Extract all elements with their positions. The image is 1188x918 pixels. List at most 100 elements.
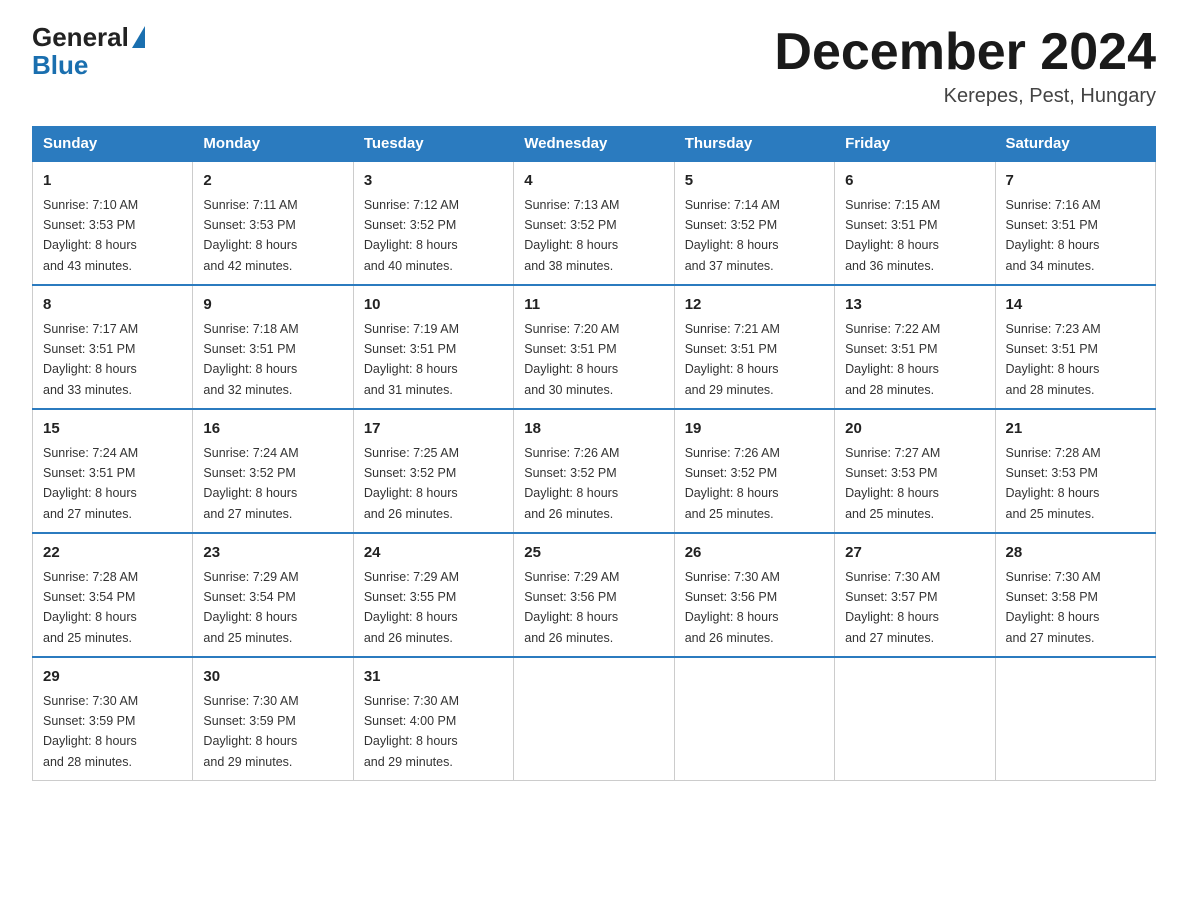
day-cell: 21 Sunrise: 7:28 AMSunset: 3:53 PMDaylig… [995,409,1155,533]
day-cell: 16 Sunrise: 7:24 AMSunset: 3:52 PMDaylig… [193,409,353,533]
day-info: Sunrise: 7:25 AMSunset: 3:52 PMDaylight:… [364,446,459,521]
day-cell: 15 Sunrise: 7:24 AMSunset: 3:51 PMDaylig… [33,409,193,533]
header-cell-tuesday: Tuesday [353,127,513,162]
day-info: Sunrise: 7:22 AMSunset: 3:51 PMDaylight:… [845,322,940,397]
day-info: Sunrise: 7:30 AMSunset: 4:00 PMDaylight:… [364,694,459,769]
day-cell: 17 Sunrise: 7:25 AMSunset: 3:52 PMDaylig… [353,409,513,533]
day-number: 29 [43,666,182,689]
week-row-2: 8 Sunrise: 7:17 AMSunset: 3:51 PMDayligh… [33,285,1156,409]
day-number: 7 [1006,170,1145,193]
day-number: 16 [203,418,342,441]
day-number: 31 [364,666,503,689]
day-cell: 14 Sunrise: 7:23 AMSunset: 3:51 PMDaylig… [995,285,1155,409]
day-number: 17 [364,418,503,441]
day-info: Sunrise: 7:30 AMSunset: 3:57 PMDaylight:… [845,570,940,645]
day-info: Sunrise: 7:28 AMSunset: 3:54 PMDaylight:… [43,570,138,645]
day-number: 8 [43,294,182,317]
day-cell: 29 Sunrise: 7:30 AMSunset: 3:59 PMDaylig… [33,657,193,781]
week-row-1: 1 Sunrise: 7:10 AMSunset: 3:53 PMDayligh… [33,161,1156,285]
day-info: Sunrise: 7:18 AMSunset: 3:51 PMDaylight:… [203,322,298,397]
day-info: Sunrise: 7:21 AMSunset: 3:51 PMDaylight:… [685,322,780,397]
header-cell-wednesday: Wednesday [514,127,674,162]
day-info: Sunrise: 7:11 AMSunset: 3:53 PMDaylight:… [203,198,297,273]
day-cell: 5 Sunrise: 7:14 AMSunset: 3:52 PMDayligh… [674,161,834,285]
day-cell: 7 Sunrise: 7:16 AMSunset: 3:51 PMDayligh… [995,161,1155,285]
day-number: 27 [845,542,984,565]
calendar-body: 1 Sunrise: 7:10 AMSunset: 3:53 PMDayligh… [33,161,1156,781]
week-row-3: 15 Sunrise: 7:24 AMSunset: 3:51 PMDaylig… [33,409,1156,533]
calendar-table: SundayMondayTuesdayWednesdayThursdayFrid… [32,126,1156,781]
day-cell: 13 Sunrise: 7:22 AMSunset: 3:51 PMDaylig… [835,285,995,409]
day-number: 9 [203,294,342,317]
week-row-4: 22 Sunrise: 7:28 AMSunset: 3:54 PMDaylig… [33,533,1156,657]
day-number: 13 [845,294,984,317]
logo-general-text: General [32,24,129,50]
day-cell [674,657,834,781]
day-number: 28 [1006,542,1145,565]
header-cell-saturday: Saturday [995,127,1155,162]
week-row-5: 29 Sunrise: 7:30 AMSunset: 3:59 PMDaylig… [33,657,1156,781]
day-info: Sunrise: 7:17 AMSunset: 3:51 PMDaylight:… [43,322,138,397]
day-cell: 23 Sunrise: 7:29 AMSunset: 3:54 PMDaylig… [193,533,353,657]
day-info: Sunrise: 7:24 AMSunset: 3:51 PMDaylight:… [43,446,138,521]
day-info: Sunrise: 7:29 AMSunset: 3:55 PMDaylight:… [364,570,459,645]
location-text: Kerepes, Pest, Hungary [774,85,1156,108]
day-number: 14 [1006,294,1145,317]
day-info: Sunrise: 7:10 AMSunset: 3:53 PMDaylight:… [43,198,138,273]
day-cell [514,657,674,781]
day-info: Sunrise: 7:27 AMSunset: 3:53 PMDaylight:… [845,446,940,521]
day-number: 15 [43,418,182,441]
day-info: Sunrise: 7:26 AMSunset: 3:52 PMDaylight:… [524,446,619,521]
day-cell: 28 Sunrise: 7:30 AMSunset: 3:58 PMDaylig… [995,533,1155,657]
day-cell: 2 Sunrise: 7:11 AMSunset: 3:53 PMDayligh… [193,161,353,285]
day-info: Sunrise: 7:29 AMSunset: 3:56 PMDaylight:… [524,570,619,645]
day-number: 30 [203,666,342,689]
day-number: 6 [845,170,984,193]
day-number: 1 [43,170,182,193]
day-cell: 18 Sunrise: 7:26 AMSunset: 3:52 PMDaylig… [514,409,674,533]
day-info: Sunrise: 7:23 AMSunset: 3:51 PMDaylight:… [1006,322,1101,397]
day-cell: 22 Sunrise: 7:28 AMSunset: 3:54 PMDaylig… [33,533,193,657]
day-cell: 3 Sunrise: 7:12 AMSunset: 3:52 PMDayligh… [353,161,513,285]
day-info: Sunrise: 7:30 AMSunset: 3:59 PMDaylight:… [43,694,138,769]
day-number: 20 [845,418,984,441]
day-cell: 19 Sunrise: 7:26 AMSunset: 3:52 PMDaylig… [674,409,834,533]
day-info: Sunrise: 7:12 AMSunset: 3:52 PMDaylight:… [364,198,459,273]
day-info: Sunrise: 7:19 AMSunset: 3:51 PMDaylight:… [364,322,459,397]
day-cell: 4 Sunrise: 7:13 AMSunset: 3:52 PMDayligh… [514,161,674,285]
day-number: 24 [364,542,503,565]
day-number: 21 [1006,418,1145,441]
day-info: Sunrise: 7:30 AMSunset: 3:58 PMDaylight:… [1006,570,1101,645]
day-number: 4 [524,170,663,193]
month-title: December 2024 [774,24,1156,81]
day-cell [835,657,995,781]
day-cell: 6 Sunrise: 7:15 AMSunset: 3:51 PMDayligh… [835,161,995,285]
logo: General Blue [32,24,146,81]
day-number: 26 [685,542,824,565]
day-number: 25 [524,542,663,565]
day-cell: 8 Sunrise: 7:17 AMSunset: 3:51 PMDayligh… [33,285,193,409]
day-cell: 11 Sunrise: 7:20 AMSunset: 3:51 PMDaylig… [514,285,674,409]
calendar-header: SundayMondayTuesdayWednesdayThursdayFrid… [33,127,1156,162]
header-cell-sunday: Sunday [33,127,193,162]
day-number: 22 [43,542,182,565]
day-info: Sunrise: 7:30 AMSunset: 3:59 PMDaylight:… [203,694,298,769]
day-cell [995,657,1155,781]
day-number: 10 [364,294,503,317]
day-number: 18 [524,418,663,441]
day-number: 12 [685,294,824,317]
day-cell: 25 Sunrise: 7:29 AMSunset: 3:56 PMDaylig… [514,533,674,657]
day-info: Sunrise: 7:29 AMSunset: 3:54 PMDaylight:… [203,570,298,645]
day-info: Sunrise: 7:20 AMSunset: 3:51 PMDaylight:… [524,322,619,397]
day-info: Sunrise: 7:26 AMSunset: 3:52 PMDaylight:… [685,446,780,521]
day-info: Sunrise: 7:16 AMSunset: 3:51 PMDaylight:… [1006,198,1101,273]
day-cell: 26 Sunrise: 7:30 AMSunset: 3:56 PMDaylig… [674,533,834,657]
day-cell: 31 Sunrise: 7:30 AMSunset: 4:00 PMDaylig… [353,657,513,781]
logo-triangle-icon [132,26,145,48]
day-info: Sunrise: 7:13 AMSunset: 3:52 PMDaylight:… [524,198,619,273]
day-info: Sunrise: 7:28 AMSunset: 3:53 PMDaylight:… [1006,446,1101,521]
logo-blue-text: Blue [32,50,88,81]
page-header: General Blue December 2024 Kerepes, Pest… [32,24,1156,108]
header-cell-friday: Friday [835,127,995,162]
day-cell: 24 Sunrise: 7:29 AMSunset: 3:55 PMDaylig… [353,533,513,657]
